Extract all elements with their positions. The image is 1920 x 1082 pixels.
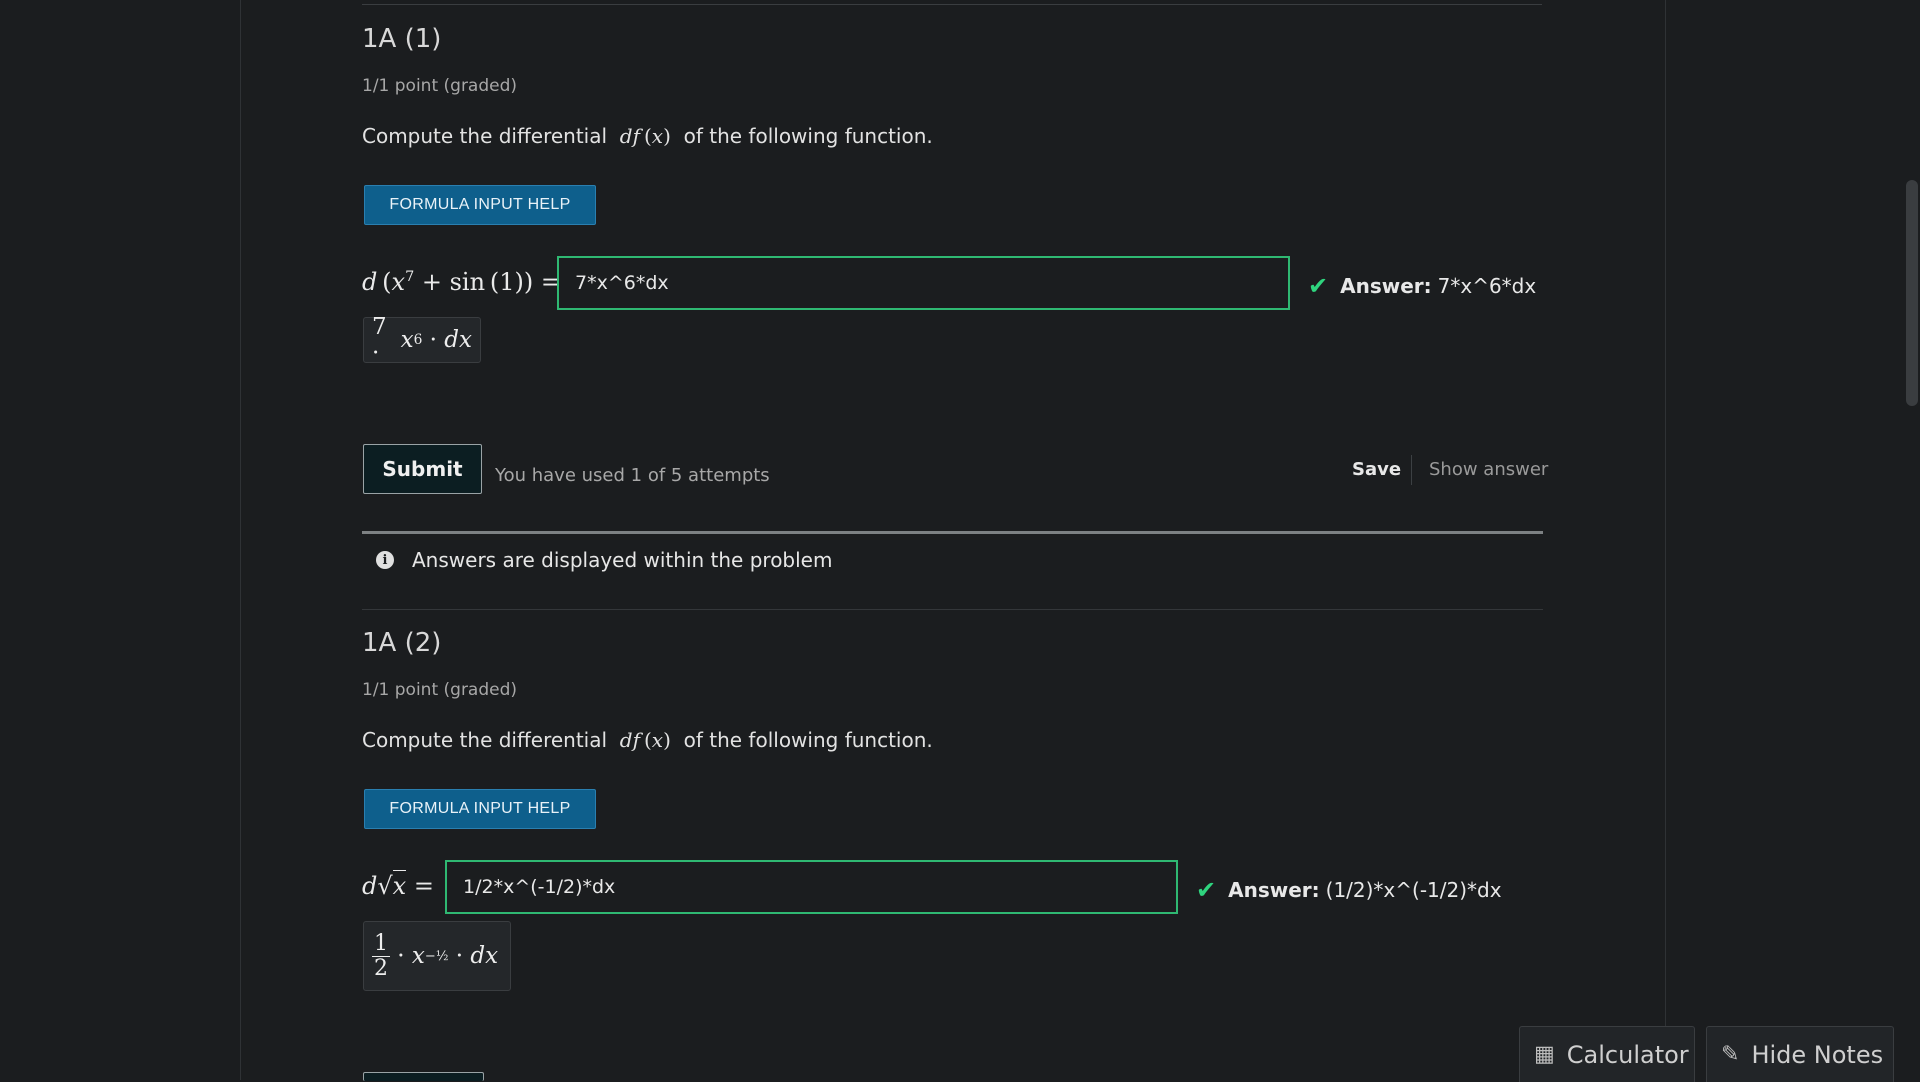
checkmark-icon: ✔ <box>1308 272 1329 300</box>
page-scrollbar[interactable] <box>1903 0 1920 1080</box>
answer-input[interactable] <box>557 256 1290 310</box>
answer-label: Answer: <box>1340 274 1432 298</box>
notice-text: Answers are displayed within the problem <box>412 548 833 572</box>
calculator-button[interactable]: ▦ Calculator <box>1519 1026 1695 1082</box>
question-text: Compute the differential df (x) of the f… <box>362 124 1542 148</box>
pencil-icon: ✎ <box>1721 1042 1740 1067</box>
answer-feedback: ✔ Answer: (1/2)*x^(-1/2)*dx <box>1196 876 1502 904</box>
problem-points: 1/1 point (graded) <box>362 680 518 700</box>
formula-input-help-button[interactable]: FORMULA INPUT HELP <box>364 789 596 829</box>
problem-title: 1A (1) <box>362 24 442 54</box>
math-preview: 7 · x6 · dx <box>363 314 481 366</box>
answer-value: 7*x^6*dx <box>1437 274 1537 298</box>
problem-2: 1A (2) 1/1 point (graded) Compute the di… <box>362 628 1542 752</box>
info-icon: i <box>376 551 394 569</box>
question-prefix: Compute the differential <box>362 124 608 148</box>
question-suffix: of the following function. <box>683 124 933 148</box>
attempts-text: You have used 1 of 5 attempts <box>495 465 770 486</box>
equation-label: d√x = <box>362 870 434 900</box>
math-preview: 12 · x −½ · dx <box>363 921 511 991</box>
answer-feedback: ✔ Answer: 7*x^6*dx <box>1308 272 1536 300</box>
question-prefix: Compute the differential <box>362 728 608 752</box>
formula-input-help-button[interactable]: FORMULA INPUT HELP <box>364 185 596 225</box>
answer-input[interactable] <box>445 860 1178 914</box>
hide-notes-label: Hide Notes <box>1751 1040 1884 1069</box>
problem-title: 1A (2) <box>362 628 442 658</box>
question-suffix: of the following function. <box>683 728 933 752</box>
question-math: df (x) <box>613 728 671 752</box>
question-text: Compute the differential df (x) of the f… <box>362 728 1542 752</box>
top-divider <box>362 4 1542 5</box>
problem-divider <box>362 609 1543 610</box>
calculator-label: Calculator <box>1566 1040 1689 1069</box>
answer-label: Answer: <box>1228 878 1320 902</box>
problem-points: 1/1 point (graded) <box>362 76 518 96</box>
action-divider <box>1411 455 1412 485</box>
save-button[interactable]: Save <box>1352 459 1401 480</box>
hide-notes-button[interactable]: ✎ Hide Notes <box>1706 1026 1894 1082</box>
calculator-icon: ▦ <box>1534 1042 1555 1067</box>
notice-bar: i Answers are displayed within the probl… <box>362 522 1543 598</box>
question-math: df (x) <box>613 124 671 148</box>
equation-label: d (x7 + sin (1)) = <box>362 268 561 296</box>
scrollbar-thumb[interactable] <box>1906 180 1918 406</box>
submit-button[interactable]: Submit <box>363 444 482 494</box>
show-answer-button[interactable]: Show answer <box>1429 459 1548 480</box>
checkmark-icon: ✔ <box>1196 876 1217 904</box>
problem-1: 1A (1) 1/1 point (graded) Compute the di… <box>362 24 1542 148</box>
answer-value: (1/2)*x^(-1/2)*dx <box>1325 878 1502 902</box>
